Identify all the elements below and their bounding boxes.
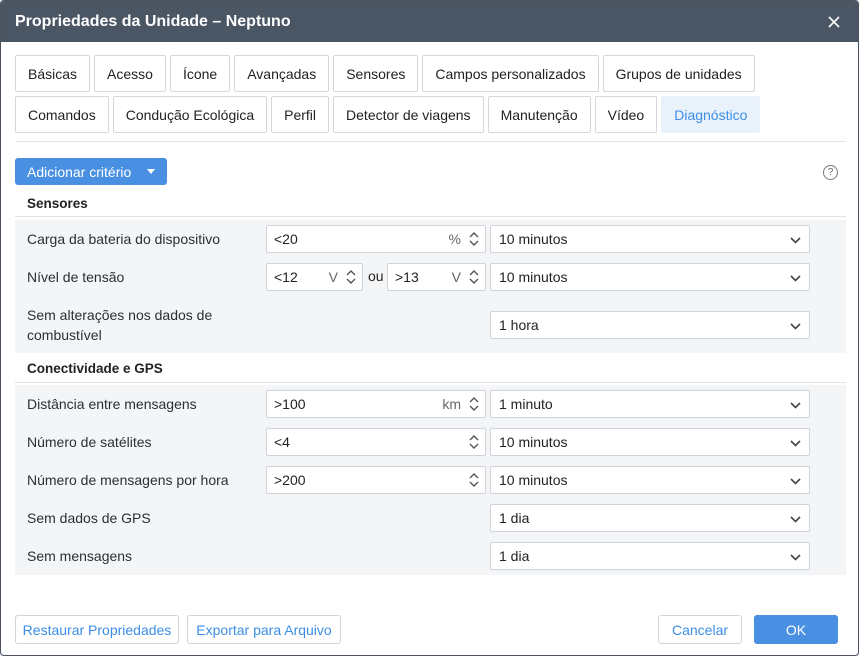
criterion-label: Sem dados de GPS: [27, 510, 151, 526]
criterion-row-fuel: Sem alterações nos dados de combustível …: [15, 296, 846, 353]
messages-per-hour-input[interactable]: >200: [266, 466, 486, 494]
chevron-down-icon: [790, 317, 801, 333]
battery-value-input[interactable]: <20 %: [266, 225, 486, 253]
or-label: ou: [368, 268, 384, 284]
chevron-down-icon: [790, 472, 801, 488]
tab-acesso[interactable]: Acesso: [94, 55, 166, 92]
distance-value: >100: [274, 396, 306, 412]
voltage-high-value: >13: [395, 269, 419, 285]
stepper-icon[interactable]: [469, 231, 479, 247]
tab-conducao-ecologica[interactable]: Condução Ecológica: [112, 96, 268, 133]
distance-period-select[interactable]: 1 minuto: [490, 390, 810, 418]
fuel-period-select[interactable]: 1 hora: [490, 311, 810, 339]
close-icon[interactable]: [824, 12, 844, 32]
stepper-icon[interactable]: [469, 434, 479, 450]
satellites-value-input[interactable]: <4: [266, 428, 486, 456]
battery-value: <20: [274, 231, 298, 247]
caret-down-icon: [147, 169, 155, 174]
unit-properties-dialog: Propriedades da Unidade – Neptuno Básica…: [0, 0, 859, 656]
stepper-icon[interactable]: [469, 269, 479, 285]
section-title-sensors: Sensores: [27, 196, 88, 211]
messages-per-hour-period-select[interactable]: 10 minutos: [490, 466, 810, 494]
select-value: 1 minuto: [499, 396, 553, 412]
select-value: 10 minutos: [499, 472, 568, 488]
criterion-label: Distância entre mensagens: [27, 396, 197, 412]
help-icon[interactable]: ?: [823, 165, 838, 180]
tab-detector-de-viagens[interactable]: Detector de viagens: [333, 96, 484, 133]
section-divider: [15, 216, 846, 217]
tab-comandos[interactable]: Comandos: [15, 96, 109, 133]
select-value: 10 minutos: [499, 231, 568, 247]
chevron-down-icon: [790, 231, 801, 247]
select-value: 1 dia: [499, 548, 530, 564]
voltage-low-input[interactable]: <12 V: [266, 263, 363, 291]
select-value: 10 minutos: [499, 434, 568, 450]
no-gps-period-select[interactable]: 1 dia: [490, 504, 810, 532]
messages-per-hour-value: >200: [274, 472, 306, 488]
criterion-row-messages-per-hour: Número de mensagens por hora >200 10 min…: [15, 461, 846, 499]
select-value: 1 hora: [499, 317, 539, 333]
tab-perfil[interactable]: Perfil: [271, 96, 330, 133]
chevron-down-icon: [790, 510, 801, 526]
satellites-period-select[interactable]: 10 minutos: [490, 428, 810, 456]
criterion-label: Nível de tensão: [27, 269, 125, 285]
chevron-down-icon: [790, 396, 801, 412]
voltage-period-select[interactable]: 10 minutos: [490, 263, 810, 291]
chevron-down-icon: [790, 548, 801, 564]
voltage-low-value: <12: [274, 269, 298, 285]
stepper-icon[interactable]: [346, 269, 356, 285]
battery-period-select[interactable]: 10 minutos: [490, 225, 810, 253]
criterion-label: Sem mensagens: [27, 548, 133, 564]
criterion-label: Número de satélites: [27, 434, 152, 450]
unit-label: V: [451, 269, 461, 285]
criterion-row-no-gps: Sem dados de GPS 1 dia: [15, 499, 846, 537]
criterion-row-distance: Distância entre mensagens >100 km 1 minu…: [15, 385, 846, 423]
tab-row-2: Comandos Condução Ecológica Perfil Detec…: [15, 96, 849, 133]
cancel-button[interactable]: Cancelar: [658, 615, 742, 644]
tab-row-1: Básicas Acesso Ícone Avançadas Sensores …: [15, 55, 849, 92]
tab-basicas[interactable]: Básicas: [15, 55, 91, 92]
criterion-row-no-messages: Sem mensagens 1 dia: [15, 537, 846, 575]
criterion-row-voltage: Nível de tensão <12 V ou >13 V 10 minuto…: [15, 258, 846, 296]
criterion-label: Sem alterações nos dados de combustível: [27, 307, 213, 343]
chevron-down-icon: [790, 269, 801, 285]
criterion-label: Número de mensagens por hora: [27, 472, 229, 488]
dialog-title: Propriedades da Unidade – Neptuno: [15, 12, 291, 30]
restore-properties-button[interactable]: Restaurar Propriedades: [15, 615, 179, 644]
tab-bar: Básicas Acesso Ícone Avançadas Sensores …: [15, 55, 849, 137]
tab-icone[interactable]: Ícone: [169, 55, 231, 92]
tabs-divider: [15, 141, 846, 142]
tab-sensores[interactable]: Sensores: [333, 55, 419, 92]
criterion-row-battery: Carga da bateria do dispositivo <20 % 10…: [15, 220, 846, 258]
stepper-icon[interactable]: [469, 472, 479, 488]
tab-video[interactable]: Vídeo: [594, 96, 658, 133]
select-value: 10 minutos: [499, 269, 568, 285]
tab-grupos-de-unidades[interactable]: Grupos de unidades: [602, 55, 755, 92]
section-title-gps: Conectividade e GPS: [27, 361, 163, 376]
chevron-down-icon: [790, 434, 801, 450]
satellites-value: <4: [274, 434, 290, 450]
select-value: 1 dia: [499, 510, 530, 526]
no-messages-period-select[interactable]: 1 dia: [490, 542, 810, 570]
ok-button[interactable]: OK: [754, 615, 838, 644]
distance-value-input[interactable]: >100 km: [266, 390, 486, 418]
tab-avancadas[interactable]: Avançadas: [234, 55, 330, 92]
voltage-high-input[interactable]: >13 V: [387, 263, 486, 291]
unit-label: V: [328, 269, 338, 285]
criterion-row-satellites: Número de satélites <4 10 minutos: [15, 423, 846, 461]
add-criterion-label: Adicionar critério: [27, 163, 132, 180]
unit-label: km: [442, 396, 461, 412]
export-to-file-button[interactable]: Exportar para Arquivo: [187, 615, 341, 644]
tab-manutencao[interactable]: Manutenção: [487, 96, 591, 133]
add-criterion-button[interactable]: Adicionar critério: [15, 158, 167, 185]
unit-label: %: [448, 231, 461, 247]
stepper-icon[interactable]: [469, 396, 479, 412]
tab-campos-personalizados[interactable]: Campos personalizados: [422, 55, 599, 92]
title-bar: Propriedades da Unidade – Neptuno: [1, 1, 858, 42]
section-divider: [15, 382, 846, 383]
tab-diagnostico[interactable]: Diagnóstico: [661, 96, 761, 133]
criterion-label: Carga da bateria do dispositivo: [27, 231, 221, 247]
